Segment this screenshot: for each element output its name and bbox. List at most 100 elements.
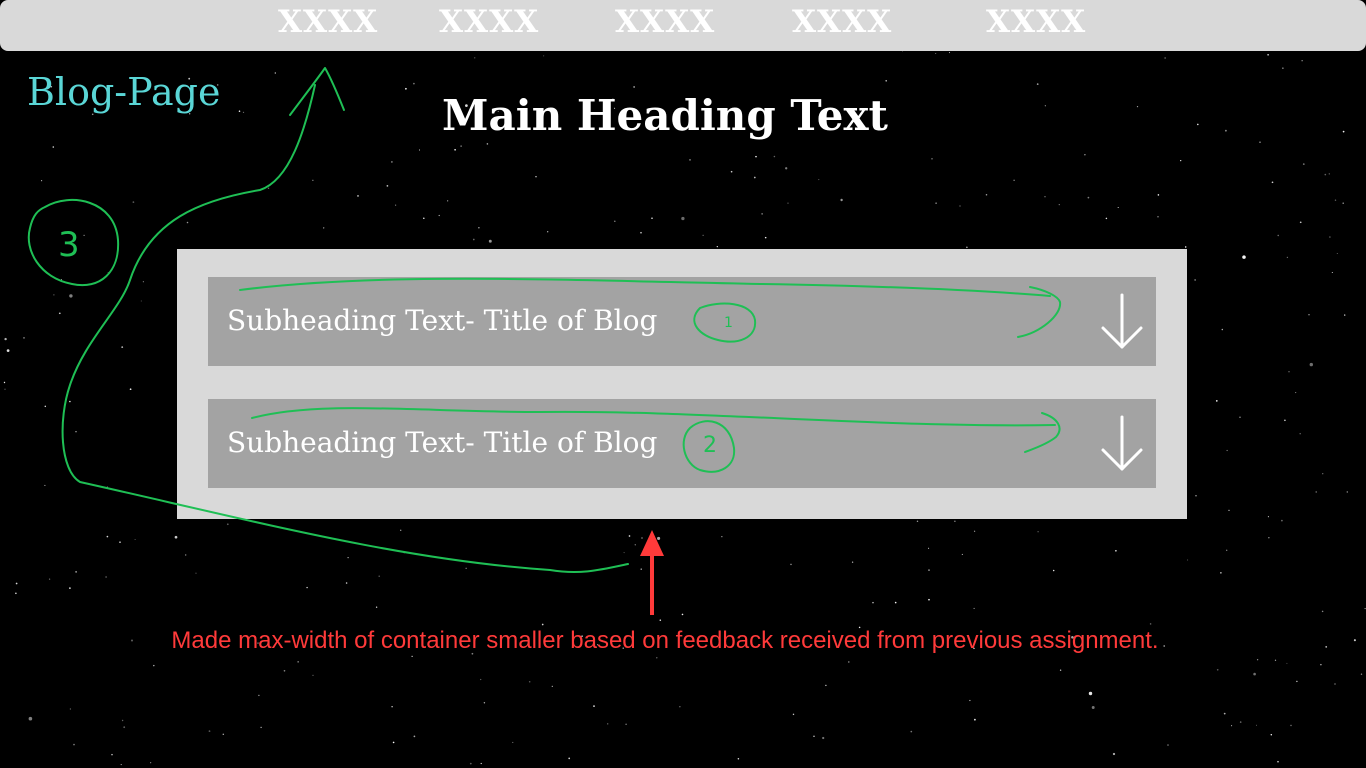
arrow-down-icon[interactable] (1100, 415, 1144, 473)
star (641, 537, 643, 539)
star (15, 592, 17, 595)
star (1324, 173, 1327, 176)
star (822, 736, 825, 740)
star (1091, 706, 1095, 709)
star (935, 52, 937, 55)
star (1117, 206, 1119, 209)
star (121, 719, 124, 722)
star (58, 312, 61, 315)
star (1321, 610, 1324, 613)
star (400, 529, 402, 531)
star (48, 578, 51, 580)
star (195, 572, 197, 574)
star (1309, 362, 1314, 367)
star (1223, 712, 1226, 715)
star (593, 705, 595, 707)
star (83, 234, 85, 237)
star (1281, 519, 1283, 522)
star (1059, 669, 1062, 671)
star (985, 193, 988, 196)
star (185, 554, 187, 556)
star (790, 563, 792, 566)
star (607, 723, 609, 725)
nav-link-1[interactable]: XXXX (278, 4, 378, 40)
star (1221, 328, 1224, 331)
star (851, 561, 854, 563)
star (306, 586, 308, 589)
star (730, 170, 733, 173)
star (474, 57, 476, 59)
star (885, 80, 887, 82)
star (454, 148, 456, 151)
star (928, 547, 930, 549)
star (1216, 668, 1219, 671)
star (423, 217, 425, 220)
star (274, 72, 276, 74)
star (818, 179, 820, 181)
nav-link-3[interactable]: XXXX (615, 4, 715, 40)
star (761, 213, 763, 215)
star (153, 664, 155, 667)
star (1296, 680, 1298, 683)
star (773, 155, 776, 158)
star (737, 757, 740, 760)
star (792, 713, 795, 716)
star (787, 202, 789, 204)
star (656, 657, 658, 659)
star (1167, 744, 1169, 746)
star (150, 762, 152, 764)
star (1270, 734, 1273, 736)
star (848, 661, 850, 663)
star (1288, 371, 1290, 373)
star (1267, 54, 1269, 56)
star (894, 601, 897, 604)
star (4, 388, 6, 390)
nav-link-2[interactable]: XXXX (439, 4, 539, 40)
star (935, 202, 937, 204)
star (1058, 203, 1060, 206)
blog-row-1[interactable]: Subheading Text- Title of Blog (208, 277, 1156, 366)
star (1087, 196, 1090, 199)
star (1344, 314, 1346, 316)
star (4, 337, 7, 341)
star (465, 567, 467, 569)
star (418, 149, 421, 151)
star (1301, 60, 1303, 62)
nav-link-5[interactable]: XXXX (986, 4, 1086, 40)
star (813, 735, 815, 738)
star (1342, 202, 1344, 204)
star (75, 431, 77, 433)
nav-link-4[interactable]: XXXX (792, 4, 892, 40)
star (186, 221, 189, 224)
star (1331, 271, 1333, 274)
blog-row-2[interactable]: Subheading Text- Title of Blog (208, 399, 1156, 488)
star (403, 551, 405, 554)
star (1282, 67, 1284, 69)
star (1184, 246, 1187, 248)
star (69, 294, 73, 298)
star (378, 575, 380, 578)
star (1328, 173, 1330, 175)
star (755, 155, 757, 158)
star (413, 82, 415, 85)
star (6, 349, 10, 352)
star (1215, 400, 1218, 402)
star (1226, 449, 1228, 452)
star (132, 201, 135, 203)
star (1277, 760, 1279, 763)
star (512, 741, 514, 743)
star (53, 294, 55, 296)
star (659, 619, 662, 621)
star (634, 544, 636, 546)
star (1112, 752, 1116, 756)
star (75, 571, 77, 573)
star (1088, 691, 1093, 696)
star (1274, 659, 1277, 661)
star (222, 733, 225, 736)
star (928, 598, 930, 601)
star (1220, 572, 1222, 574)
star (1322, 473, 1324, 475)
star (1187, 559, 1189, 561)
arrow-down-icon[interactable] (1100, 293, 1144, 351)
star (1277, 234, 1279, 237)
